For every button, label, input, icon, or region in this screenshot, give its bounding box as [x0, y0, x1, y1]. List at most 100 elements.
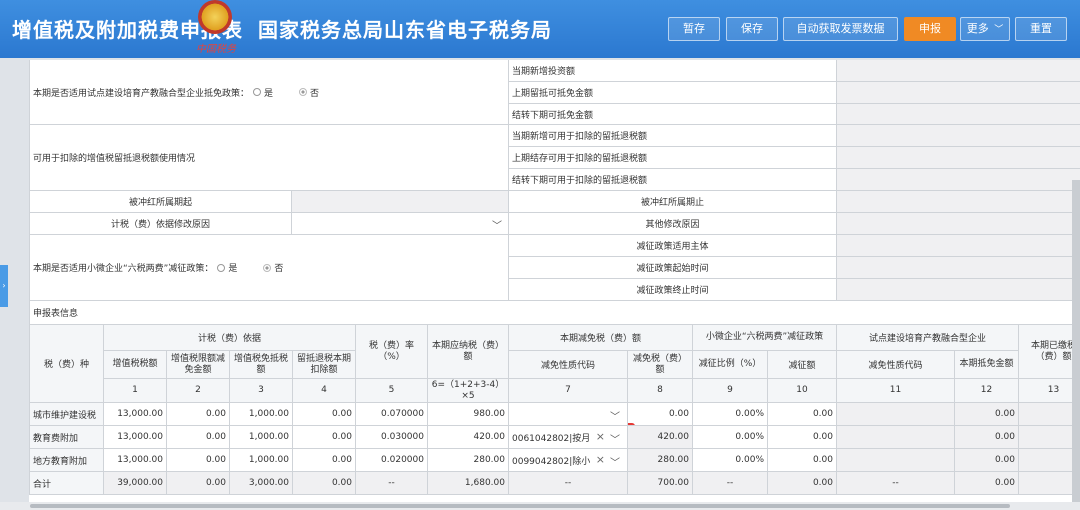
col-number: 10	[768, 379, 837, 403]
col-number: 5	[356, 379, 428, 403]
refund-usage-label: 可用于扣除的增值税留抵退税额使用情况	[29, 125, 509, 191]
edu-policy-label: 本期是否适用试点建设培育产教融合型企业抵免政策：	[33, 88, 250, 99]
cell-c9: 0.00%	[693, 449, 768, 472]
temp-save-button[interactable]: 暂存	[668, 17, 720, 41]
small-policy-row: 本期是否适用小微企业“六税两费”减征政策： 是 否	[29, 235, 509, 301]
vertical-scrollbar[interactable]	[1072, 180, 1080, 510]
more-button[interactable]: 更多 ﹀	[960, 17, 1010, 41]
tax-emblem-icon	[198, 0, 232, 34]
cell-c8[interactable]: 420.00	[628, 426, 693, 449]
th-tax-type: 税（费）种	[29, 325, 104, 403]
cell-c2: 0.00	[167, 472, 230, 495]
col-number: 12	[955, 379, 1019, 403]
relief-code-value: 0061042802|按月	[512, 433, 591, 444]
edu-policy-no-radio[interactable]	[299, 88, 308, 96]
small-policy-label: 本期是否适用小微企业“六税两费”减征政策：	[33, 264, 214, 274]
row-tax-name: 合计	[29, 472, 104, 495]
new-investment-label: 当期新增投资额	[509, 60, 837, 82]
policy-start-label: 减征政策起始时间	[509, 257, 837, 279]
offset-start-label: 被冲红所属期起	[29, 191, 292, 213]
policy-subject-label: 减征政策适用主体	[509, 235, 837, 257]
prev-credit-label: 上期留抵可抵免金额	[509, 82, 837, 104]
edu-policy-yes-radio[interactable]	[253, 88, 262, 96]
chevron-down-icon: ﹀	[610, 412, 620, 423]
th-edu: 试点建设培育产教融合型企业	[837, 325, 1019, 351]
scroll-thumb[interactable]	[30, 504, 1010, 508]
prev-credit-value	[837, 82, 1080, 104]
th-vat-amount: 增值税税额	[104, 351, 167, 379]
th-refund-deduct: 留抵退税本期扣除额	[293, 351, 356, 379]
cell-c3: 1,000.00	[230, 449, 293, 472]
cell-c3: 3,000.00	[230, 472, 293, 495]
small-policy-no-label: 否	[274, 264, 284, 274]
cell-c10: 0.00	[768, 449, 837, 472]
th-small-policy: 小微企业“六税两费”减征政策	[693, 325, 837, 351]
cell-c4: 0.00	[293, 403, 356, 426]
close-icon[interactable]: ×	[596, 453, 605, 466]
th-relief: 本期减免税（费）额	[509, 325, 693, 351]
edu-policy-row: 本期是否适用试点建设培育产教融合型企业抵免政策： 是 否	[29, 60, 509, 125]
save-button[interactable]: 保存	[726, 17, 778, 41]
chevron-down-icon: ﹀	[994, 25, 1004, 35]
policy-end-value	[837, 279, 1080, 301]
cell-c9: 0.00%	[693, 426, 768, 449]
cell-c1: 13,000.00	[104, 403, 167, 426]
carry-credit-value	[837, 104, 1080, 125]
other-reason-value	[837, 213, 1080, 235]
refund-new-label: 当期新增可用于扣除的留抵退税额	[509, 125, 837, 147]
relief-code-select[interactable]: ﹀	[509, 403, 628, 426]
cell-c3: 1,000.00	[230, 426, 293, 449]
offset-end-label: 被冲红所属期止	[509, 191, 837, 213]
col-number: 7	[509, 379, 628, 403]
th-payable: 本期应纳税（费）额	[428, 325, 509, 379]
cell-c11	[837, 403, 955, 426]
cell-c11	[837, 449, 955, 472]
cell-c4: 0.00	[293, 426, 356, 449]
relief-code-select[interactable]: 0099042802|除小 × ﹀	[509, 449, 628, 472]
th-vat-limit-relief: 增值税限额减免金额	[167, 351, 230, 379]
cell-c8[interactable]: 0.00	[628, 403, 693, 426]
cell-c7: --	[509, 472, 628, 495]
declaration-form: 本期是否适用试点建设培育产教融合型企业抵免政策： 是 否 当期新增投资额 上期留…	[29, 60, 1080, 502]
chevron-down-icon: ﹀	[610, 458, 620, 469]
cell-c4: 0.00	[293, 449, 356, 472]
edu-policy-yes-label: 是	[264, 88, 274, 99]
col-number: 1	[104, 379, 167, 403]
cell-c8[interactable]: 280.00	[628, 449, 693, 472]
side-expand-tab[interactable]: ›	[0, 265, 8, 307]
cell-c1: 13,000.00	[104, 449, 167, 472]
policy-subject-value	[837, 235, 1080, 257]
th-edu-credit: 本期抵免金额	[955, 351, 1019, 379]
relief-code-value: 0099042802|除小	[512, 456, 591, 467]
cell-c4: 0.00	[293, 472, 356, 495]
small-policy-no-radio[interactable]	[263, 263, 272, 272]
auto-fetch-invoice-button[interactable]: 自动获取发票数据	[783, 17, 898, 41]
row-tax-name: 地方教育附加	[29, 449, 104, 472]
cell-c11	[837, 426, 955, 449]
relief-code-select[interactable]: 0061042802|按月 × ﹀	[509, 426, 628, 449]
row-tax-name: 城市维护建设税	[29, 403, 104, 426]
col-number: 2	[167, 379, 230, 403]
cell-c9: 0.00%	[693, 403, 768, 426]
reason-select[interactable]: ﹀	[292, 213, 509, 235]
cell-c12: 0.00	[955, 472, 1019, 495]
more-button-label: 更多	[966, 22, 989, 35]
edu-policy-no-label: 否	[310, 88, 320, 99]
close-icon[interactable]: ×	[596, 430, 605, 443]
reset-button[interactable]: 重置	[1015, 17, 1067, 41]
submit-button[interactable]: 申报	[904, 17, 956, 41]
small-policy-yes-radio[interactable]	[217, 263, 226, 272]
cell-c2: 0.00	[167, 426, 230, 449]
cell-c10: 0.00	[768, 426, 837, 449]
horizontal-scrollbar[interactable]	[0, 502, 1080, 510]
cell-c5: --	[356, 472, 428, 495]
cell-c13: 0	[1019, 449, 1080, 472]
th-basis: 计税（费）依据	[104, 325, 356, 351]
cell-c10: 0.00	[768, 472, 837, 495]
app-header: 增值税及附加税费申报表 中国税务 国家税务总局山东省电子税务局 暂存 保存 自动…	[0, 0, 1080, 58]
cell-c10: 0.00	[768, 403, 837, 426]
cell-c6: 1,680.00	[428, 472, 509, 495]
cell-c13: 0	[1019, 403, 1080, 426]
col-number: 3	[230, 379, 293, 403]
site-title: 国家税务总局山东省电子税务局	[258, 18, 552, 42]
